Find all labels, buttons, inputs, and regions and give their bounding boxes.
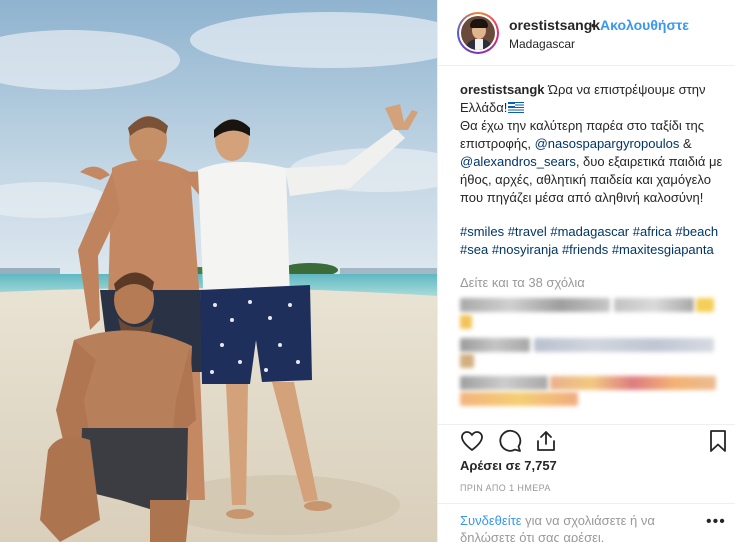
mention-link-1[interactable]: @nasospapargyropoulos [535, 136, 680, 151]
login-link[interactable]: Συνδεθείτε [460, 513, 522, 528]
avatar[interactable] [457, 12, 499, 54]
heart-icon[interactable] [460, 429, 484, 453]
mention-link-2[interactable]: @alexandros_sears [460, 154, 576, 169]
hashtag-link[interactable]: #sea [460, 242, 488, 257]
hashtag-link[interactable]: #beach [675, 224, 718, 239]
view-all-comments-link[interactable]: Δείτε και τα 38 σχόλια [460, 275, 585, 290]
post-caption: orestistsangk Ώρα να επιστρέψουμε στην Ε… [460, 81, 728, 259]
caption-username[interactable]: orestistsangk [460, 82, 545, 97]
hashtag-link[interactable]: #maxitesgiapanta [612, 242, 714, 257]
post-timestamp[interactable]: ΠΡΙΝ ΑΠΟ 1 ΗΜΕΡΑ [460, 483, 551, 493]
login-prompt: Συνδεθείτε για να σχολιάσετε ή να δηλώσε… [460, 512, 700, 542]
comment-icon[interactable] [498, 429, 522, 453]
caption-amp: & [682, 136, 692, 151]
bookmark-icon[interactable] [706, 429, 730, 453]
post-photo[interactable] [0, 0, 437, 542]
hashtag-link[interactable]: #smiles [460, 224, 504, 239]
hashtag-list: #smiles #travel #madagascar #africa #bea… [460, 223, 728, 259]
share-icon[interactable] [534, 429, 558, 453]
username-link[interactable]: orestistsangk [509, 17, 600, 33]
comment-footer: Συνδεθείτε για να σχολιάσετε ή να δηλώσε… [438, 503, 735, 542]
follow-button[interactable]: Ακολουθήστε [600, 17, 689, 33]
hashtag-link[interactable]: #friends [562, 242, 608, 257]
hashtag-link[interactable]: #africa [633, 224, 672, 239]
separator-dot: • [591, 17, 596, 33]
hashtag-link[interactable]: #travel [508, 224, 547, 239]
action-bar [438, 424, 735, 454]
hashtag-link[interactable]: #nosyiranja [492, 242, 559, 257]
greek-flag-icon [508, 102, 525, 113]
hashtag-link[interactable]: #madagascar [550, 224, 629, 239]
location-link[interactable]: Madagascar [509, 37, 575, 51]
likes-count[interactable]: Αρέσει σε 7,757 [460, 458, 557, 473]
post-side-panel: orestistsangk • Ακολουθήστε Madagascar o… [437, 0, 735, 542]
more-options-icon[interactable]: ••• [706, 514, 726, 530]
post-header: orestistsangk • Ακολουθήστε Madagascar [438, 0, 735, 66]
beach-photo [0, 0, 437, 542]
